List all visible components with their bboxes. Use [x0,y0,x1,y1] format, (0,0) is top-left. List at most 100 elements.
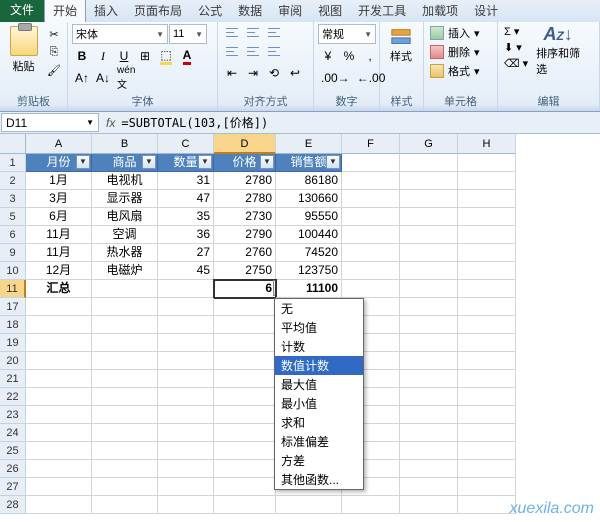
format-cells[interactable]: 格式 ▾ [428,62,482,80]
cell[interactable]: 显示器 [92,190,158,208]
cell[interactable]: 11月 [26,226,92,244]
cell[interactable] [400,316,458,334]
cell[interactable] [458,172,516,190]
tab-insert[interactable]: 插入 [86,0,126,22]
clear-button[interactable]: ⌫ ▾ [502,56,530,71]
row-header[interactable]: 21 [0,370,26,388]
cell[interactable] [400,226,458,244]
col-header-F[interactable]: F [342,134,400,154]
row-header[interactable]: 28 [0,496,26,514]
cell[interactable] [458,154,516,172]
underline-button[interactable]: U [114,46,134,66]
cell[interactable] [400,460,458,478]
cell[interactable] [158,316,214,334]
tab-dev[interactable]: 开发工具 [350,0,414,22]
total-value[interactable]: 11100 [276,280,342,298]
row-header[interactable]: 26 [0,460,26,478]
row-header[interactable]: 9 [0,244,26,262]
cell[interactable]: 31 [158,172,214,190]
cell[interactable] [26,388,92,406]
sort-filter-button[interactable]: AZ↓ 排序和筛选 [536,24,580,77]
cell[interactable] [342,208,400,226]
row-header[interactable]: 20 [0,352,26,370]
fill-button[interactable]: ⬇ ▾ [502,40,530,55]
filter-button[interactable]: ▼ [142,155,156,169]
cell[interactable] [26,352,92,370]
filter-button[interactable]: ▼ [326,155,340,169]
cell[interactable] [458,388,516,406]
wrap-text-button[interactable]: ↩ [285,63,305,83]
cell[interactable]: 2780 [214,190,276,208]
cell[interactable] [458,316,516,334]
cell[interactable] [214,316,276,334]
cell[interactable]: 2730 [214,208,276,226]
fx-icon[interactable]: fx [100,116,121,130]
cell[interactable] [458,496,516,514]
cell[interactable] [276,496,342,514]
cell[interactable] [214,406,276,424]
cell[interactable] [214,478,276,496]
row-header[interactable]: 23 [0,406,26,424]
tab-view[interactable]: 视图 [310,0,350,22]
cell[interactable] [158,334,214,352]
comma-button[interactable]: , [360,46,380,66]
col-header-G[interactable]: G [400,134,458,154]
filter-button[interactable]: ▼ [260,155,274,169]
cell[interactable]: 27 [158,244,214,262]
cell[interactable] [342,226,400,244]
font-name-combo[interactable]: 宋体▼ [72,24,168,44]
row-header[interactable]: 2 [0,172,26,190]
font-size-combo[interactable]: 11▼ [169,24,207,44]
cell[interactable] [158,478,214,496]
cell[interactable]: 12月 [26,262,92,280]
dropdown-option[interactable]: 无 [275,299,363,318]
col-header-H[interactable]: H [458,134,516,154]
increase-decimal[interactable]: .00→ [318,68,353,88]
cell[interactable] [92,316,158,334]
cell[interactable] [158,442,214,460]
cell[interactable] [26,298,92,316]
cell[interactable] [92,298,158,316]
cell[interactable] [92,442,158,460]
phonetic-button[interactable]: wén文 [114,68,138,88]
cell[interactable] [342,154,400,172]
currency-button[interactable]: ¥ [318,46,338,66]
dropdown-option[interactable]: 平均值 [275,318,363,337]
dropdown-option[interactable]: 最小值 [275,394,363,413]
cell[interactable] [458,280,516,298]
cell[interactable] [342,262,400,280]
cell[interactable] [400,496,458,514]
cell[interactable]: 2760 [214,244,276,262]
row-header[interactable]: 27 [0,478,26,496]
cell[interactable] [92,478,158,496]
orientation-button[interactable]: ⟲ [264,63,284,83]
cell[interactable] [458,442,516,460]
tab-file[interactable]: 文件 [0,0,44,22]
autosum-button[interactable]: Σ ▾ [502,24,530,39]
dropdown-option[interactable]: 求和 [275,413,363,432]
cell[interactable] [458,424,516,442]
cell[interactable]: 3月 [26,190,92,208]
row-header[interactable]: 1 [0,154,26,172]
cell[interactable] [458,478,516,496]
table-header[interactable]: 价格▼ [214,154,276,172]
cell[interactable]: 130660 [276,190,342,208]
tab-design[interactable]: 设计 [466,0,506,22]
cell[interactable] [342,496,400,514]
cell[interactable]: 47 [158,190,214,208]
cell[interactable] [26,424,92,442]
format-painter-button[interactable]: 🖌 [45,62,63,78]
cell[interactable] [400,154,458,172]
table-header[interactable]: 销售额▼ [276,154,342,172]
align-left[interactable] [222,43,242,61]
row-header[interactable]: 5 [0,208,26,226]
insert-cells[interactable]: 插入 ▾ [428,24,482,42]
cell[interactable] [342,244,400,262]
decrease-indent[interactable]: ⇤ [222,63,242,83]
col-header-D[interactable]: D [214,134,276,154]
cell[interactable]: 2750 [214,262,276,280]
cell[interactable] [158,406,214,424]
cell[interactable] [400,298,458,316]
align-top[interactable] [222,24,242,42]
subtotal-dropdown[interactable]: 无平均值计数数值计数最大值最小值求和标准偏差方差其他函数... [274,298,364,490]
